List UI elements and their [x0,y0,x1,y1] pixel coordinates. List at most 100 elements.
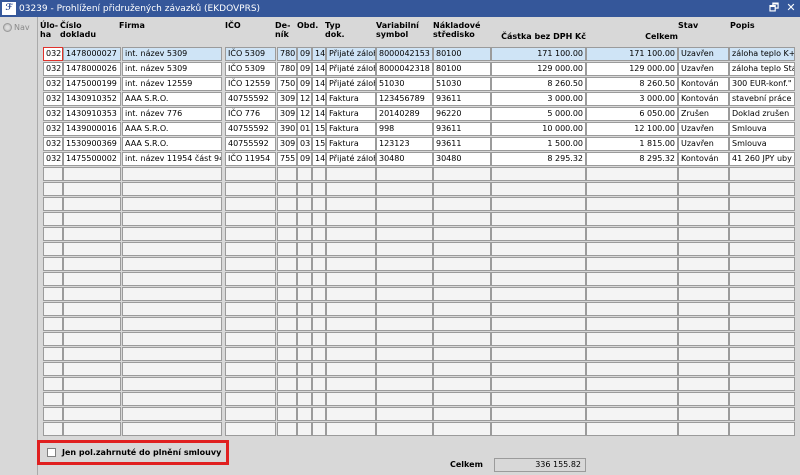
cell-cislo[interactable]: 1478000026 [63,62,121,76]
cell-typ[interactable]: Přijaté záloh [326,152,376,166]
cell-var[interactable]: 20140289 [376,107,433,121]
cell-den[interactable] [277,422,297,436]
cell-nakl[interactable] [433,422,491,436]
cell-var[interactable]: 123123 [376,137,433,151]
cell-castka[interactable] [491,347,586,361]
cell-castka[interactable]: 1 500.00 [491,137,586,151]
cell-typ[interactable] [326,257,376,271]
cell-cislo[interactable]: 1439000016 [63,122,121,136]
cell-uloha[interactable] [43,182,63,196]
cell-castka[interactable] [491,212,586,226]
cell-castka[interactable] [491,242,586,256]
empty-row[interactable] [40,242,800,257]
cell-stav[interactable] [678,377,729,391]
cell-castka[interactable] [491,302,586,316]
cell-castka[interactable]: 8 260.50 [491,77,586,91]
cell-ico[interactable] [225,302,276,316]
table-row[interactable]: 032 1439000016 AAA S.R.O. 40755592 390 01 15 Fa… [40,122,800,137]
cell-cislo[interactable] [63,242,121,256]
cell-uloha[interactable]: 032 [43,137,63,151]
cell-stav[interactable] [678,287,729,301]
cell-ico[interactable] [225,347,276,361]
cell-uloha[interactable]: 032 [43,47,63,61]
cell-rok[interactable] [312,182,326,196]
cell-celkem[interactable] [586,332,678,346]
cell-popis[interactable] [729,257,795,271]
cell-ico[interactable] [225,272,276,286]
cell-ico[interactable]: 40755592 [225,122,276,136]
cell-firma[interactable]: int. název 12559 [122,77,222,91]
cell-firma[interactable] [122,287,222,301]
cell-stav[interactable]: Uzavřen [678,122,729,136]
cell-rok[interactable]: 14 [312,77,326,91]
cell-popis[interactable] [729,302,795,316]
column-header-uloha[interactable]: Úlo- ha [40,21,58,39]
cell-cislo[interactable]: 1530900369 [63,137,121,151]
cell-popis[interactable]: záloha teplo Sta [729,62,795,76]
column-header-nakl[interactable]: Nákladové středisko [433,21,480,39]
cell-var[interactable] [376,332,433,346]
empty-row[interactable] [40,347,800,362]
cell-celkem[interactable] [586,272,678,286]
cell-ico[interactable] [225,212,276,226]
cell-cislo[interactable] [63,332,121,346]
cell-nakl[interactable] [433,212,491,226]
cell-var[interactable] [376,167,433,181]
cell-rok[interactable]: 14 [312,152,326,166]
cell-nakl[interactable] [433,287,491,301]
cell-den[interactable] [277,167,297,181]
cell-uloha[interactable] [43,317,63,331]
cell-stav[interactable] [678,317,729,331]
cell-var[interactable] [376,227,433,241]
cell-cislo[interactable] [63,227,121,241]
cell-celkem[interactable]: 8 260.50 [586,77,678,91]
cell-rok[interactable]: 14 [312,47,326,61]
cell-den[interactable]: 750 [277,77,297,91]
cell-var[interactable]: 998 [376,122,433,136]
column-header-stav[interactable]: Stav [678,21,698,30]
cell-uloha[interactable]: 032 [43,152,63,166]
cell-var[interactable] [376,392,433,406]
column-header-cislo[interactable]: Číslo dokladu [60,21,96,39]
cell-celkem[interactable] [586,347,678,361]
cell-nakl[interactable]: 30480 [433,152,491,166]
cell-ico[interactable] [225,422,276,436]
empty-row[interactable] [40,272,800,287]
cell-ico[interactable] [225,407,276,421]
cell-celkem[interactable] [586,242,678,256]
cell-cislo[interactable] [63,197,121,211]
cell-rok[interactable] [312,197,326,211]
cell-den[interactable]: 309 [277,92,297,106]
checkbox-box[interactable] [47,448,56,457]
cell-stav[interactable] [678,392,729,406]
cell-rok[interactable] [312,227,326,241]
cell-popis[interactable]: 300 EUR-konf." [729,77,795,91]
cell-cislo[interactable] [63,302,121,316]
cell-den[interactable]: 390 [277,122,297,136]
cell-celkem[interactable] [586,227,678,241]
cell-var[interactable] [376,242,433,256]
cell-typ[interactable] [326,362,376,376]
cell-uloha[interactable] [43,197,63,211]
cell-nakl[interactable] [433,407,491,421]
cell-typ[interactable] [326,242,376,256]
cell-rok[interactable] [312,287,326,301]
cell-typ[interactable] [326,392,376,406]
cell-uloha[interactable] [43,422,63,436]
cell-obd[interactable]: 12 [297,92,312,106]
cell-stav[interactable] [678,167,729,181]
cell-firma[interactable]: AAA S.R.O. [122,137,222,151]
cell-ico[interactable] [225,362,276,376]
cell-typ[interactable] [326,407,376,421]
cell-var[interactable] [376,317,433,331]
empty-row[interactable] [40,317,800,332]
cell-castka[interactable] [491,272,586,286]
cell-obd[interactable] [297,332,312,346]
cell-obd[interactable]: 09 [297,77,312,91]
cell-castka[interactable] [491,362,586,376]
cell-obd[interactable]: 09 [297,47,312,61]
cell-firma[interactable]: AAA S.R.O. [122,122,222,136]
cell-popis[interactable]: Smlouva [729,122,795,136]
cell-var[interactable] [376,197,433,211]
cell-typ[interactable] [326,272,376,286]
